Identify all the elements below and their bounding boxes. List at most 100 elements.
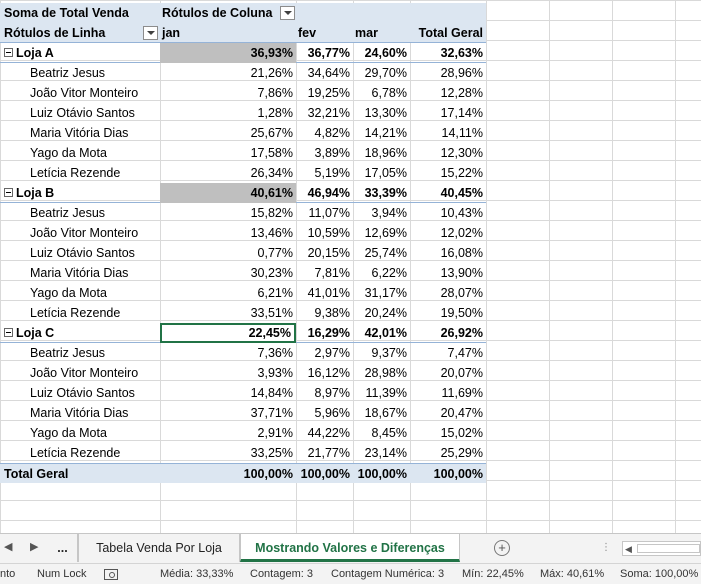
pivot-cell[interactable]: 11,07% [296,203,353,223]
pivot-cell[interactable]: 13,46% [160,223,296,243]
status-max[interactable]: Máx: 40,61% [540,568,604,580]
group-label-cell[interactable]: Loja C [0,323,160,343]
pivot-cell[interactable]: 11,39% [353,383,410,403]
row-label[interactable]: João Vitor Monteiro [0,223,160,243]
scrollbar-thumb[interactable] [637,544,700,553]
pivot-cell[interactable]: 19,50% [410,303,486,323]
scroll-right-icon[interactable]: ▶ [30,540,38,553]
pivot-cell[interactable]: 12,02% [410,223,486,243]
pivot-cell[interactable]: 11,69% [410,383,486,403]
row-label[interactable]: Yago da Mota [0,143,160,163]
pivot-cell[interactable]: 100,00% [353,464,410,484]
pivot-cell[interactable]: 8,45% [353,423,410,443]
values-field-label[interactable]: Soma de Total Venda [0,3,160,23]
active-cell[interactable]: 22,45% [160,323,296,343]
tab-tabela-venda-por-loja[interactable]: Tabela Venda Por Loja [78,534,240,562]
pivot-cell[interactable]: 0,77% [160,243,296,263]
pivot-cell[interactable]: 21,77% [296,443,353,463]
pivot-cell[interactable]: 10,59% [296,223,353,243]
pivot-cell[interactable]: 28,96% [410,63,486,83]
pivot-cell[interactable]: 30,23% [160,263,296,283]
scroll-left-icon[interactable]: ◀ [4,540,12,553]
pivot-cell[interactable]: 12,28% [410,83,486,103]
row-filter-dropdown-icon[interactable] [143,26,158,40]
pivot-cell[interactable]: 16,12% [296,363,353,383]
pivot-cell[interactable]: 8,97% [296,383,353,403]
col-header-fev[interactable]: fev [296,23,353,43]
pivot-cell[interactable]: 24,60% [353,43,410,63]
horizontal-scrollbar[interactable]: ◀ [622,541,701,556]
pivot-cell[interactable]: 32,63% [410,43,486,63]
pivot-cell[interactable]: 17,14% [410,103,486,123]
pivot-cell[interactable]: 41,01% [296,283,353,303]
pivot-cell[interactable]: 20,24% [353,303,410,323]
row-label[interactable]: Yago da Mota [0,423,160,443]
pivot-cell[interactable]: 20,47% [410,403,486,423]
pivot-cell[interactable]: 33,39% [353,183,410,203]
row-label[interactable]: Luiz Otávio Santos [0,103,160,123]
pivot-cell[interactable]: 14,21% [353,123,410,143]
pivot-cell[interactable]: 34,64% [296,63,353,83]
column-labels-cell[interactable]: Rótulos de Coluna [160,3,296,23]
pivot-cell[interactable]: 21,26% [160,63,296,83]
pivot-cell[interactable]: 16,08% [410,243,486,263]
pivot-cell[interactable]: 6,21% [160,283,296,303]
pivot-cell[interactable]: 31,17% [353,283,410,303]
pivot-cell[interactable]: 33,51% [160,303,296,323]
group-label-cell[interactable]: Loja B [0,183,160,203]
pivot-cell[interactable]: 1,28% [160,103,296,123]
pivot-cell[interactable]: 40,45% [410,183,486,203]
pivot-cell[interactable]: 3,89% [296,143,353,163]
group-label-cell[interactable]: Loja A [0,43,160,63]
pivot-cell[interactable]: 18,96% [353,143,410,163]
row-label[interactable]: Letícia Rezende [0,303,160,323]
row-label[interactable]: João Vitor Monteiro [0,363,160,383]
scroll-left-arrow-icon[interactable]: ◀ [625,544,632,555]
pivot-cell[interactable]: 2,97% [296,343,353,363]
row-label[interactable]: Maria Vitória Dias [0,123,160,143]
pivot-cell[interactable]: 32,21% [296,103,353,123]
pivot-cell[interactable]: 15,02% [410,423,486,443]
pivot-cell[interactable]: 33,25% [160,443,296,463]
pivot-cell[interactable]: 3,94% [353,203,410,223]
row-label[interactable]: João Vitor Monteiro [0,83,160,103]
row-label[interactable]: Beatriz Jesus [0,63,160,83]
pivot-cell[interactable]: 14,84% [160,383,296,403]
pivot-cell[interactable]: 7,36% [160,343,296,363]
pivot-cell[interactable]: 7,47% [410,343,486,363]
pivot-cell[interactable]: 2,91% [160,423,296,443]
pivot-cell[interactable]: 6,22% [353,263,410,283]
split-handle-icon[interactable]: ⋮ [601,542,611,553]
col-header-jan[interactable]: jan [160,23,296,43]
row-label[interactable]: Beatriz Jesus [0,203,160,223]
pivot-cell[interactable]: 17,58% [160,143,296,163]
pivot-cell[interactable]: 7,81% [296,263,353,283]
col-header-mar[interactable]: mar [353,23,410,43]
row-label[interactable]: Maria Vitória Dias [0,403,160,423]
row-label[interactable]: Luiz Otávio Santos [0,243,160,263]
pivot-cell[interactable]: 25,74% [353,243,410,263]
pivot-cell[interactable]: 19,25% [296,83,353,103]
status-count[interactable]: Contagem: 3 [250,568,313,580]
pivot-cell[interactable]: 26,92% [410,323,486,343]
pivot-cell[interactable]: 5,96% [296,403,353,423]
pivot-cell[interactable]: 12,69% [353,223,410,243]
pivot-cell[interactable]: 13,90% [410,263,486,283]
pivot-cell[interactable]: 37,71% [160,403,296,423]
collapse-minus-icon[interactable] [4,328,13,337]
pivot-cell[interactable]: 9,38% [296,303,353,323]
pivot-cell[interactable]: 7,86% [160,83,296,103]
status-min[interactable]: Mín: 22,45% [462,568,524,580]
more-sheets-button[interactable]: ... [48,534,78,562]
pivot-cell[interactable]: 23,14% [353,443,410,463]
col-header-total[interactable]: Total Geral [410,23,486,43]
pivot-cell[interactable]: 100,00% [160,464,296,484]
pivot-cell[interactable]: 17,05% [353,163,410,183]
pivot-cell[interactable]: 40,61% [160,183,296,203]
pivot-cell[interactable]: 29,70% [353,63,410,83]
pivot-cell[interactable]: 5,19% [296,163,353,183]
pivot-cell[interactable]: 36,93% [160,43,296,63]
pivot-cell[interactable]: 26,34% [160,163,296,183]
pivot-cell[interactable]: 14,11% [410,123,486,143]
tab-mostrando-valores[interactable]: Mostrando Valores e Diferenças [240,534,460,562]
